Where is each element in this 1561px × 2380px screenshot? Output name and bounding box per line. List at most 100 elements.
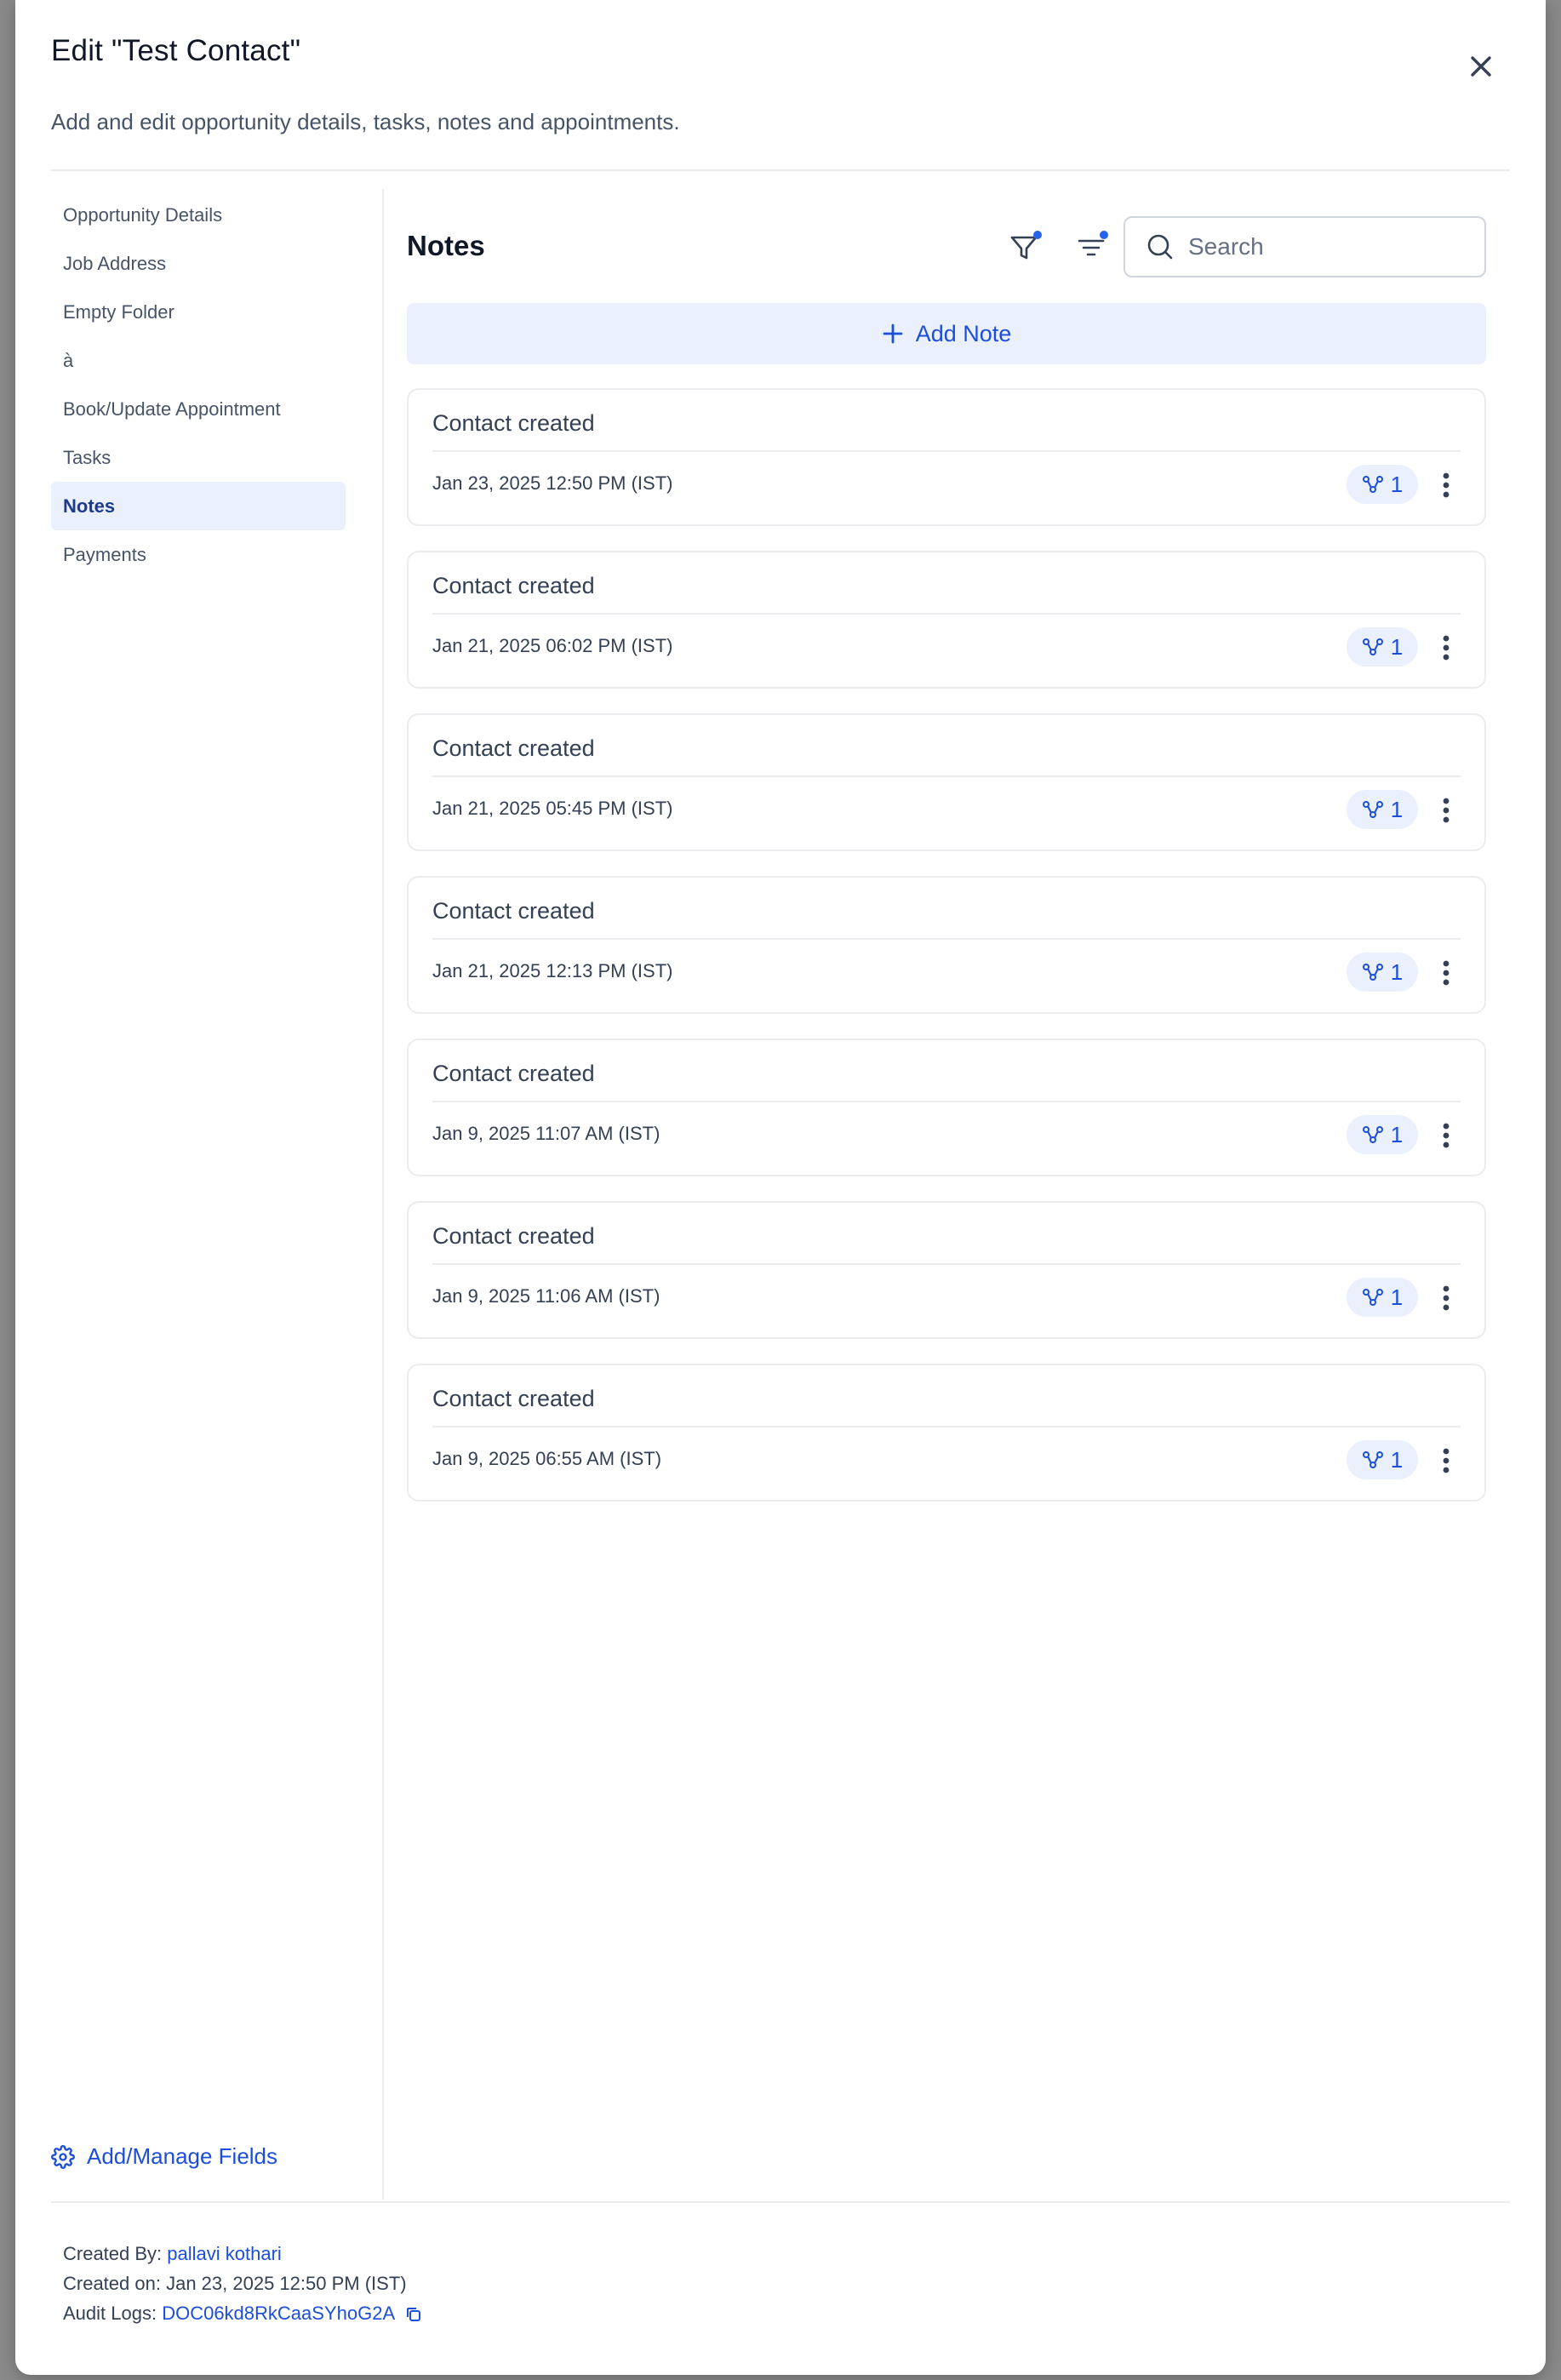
note-divider: [432, 938, 1461, 940]
sidebar-divider: [382, 189, 384, 2200]
add-manage-fields-label: Add/Manage Fields: [87, 2143, 278, 2169]
note-text: Contact created: [432, 735, 595, 761]
association-badge[interactable]: 1: [1347, 627, 1418, 667]
more-vertical-icon: [1443, 1285, 1450, 1311]
note-date: Jan 9, 2025 11:07 AM (IST): [432, 1123, 660, 1144]
association-badge[interactable]: 1: [1347, 465, 1418, 504]
sidebar-item-opportunity-details[interactable]: Opportunity Details: [51, 191, 346, 239]
edit-contact-modal: Edit "Test Contact" Add and edit opportu…: [15, 0, 1546, 2375]
gear-icon: [51, 2144, 75, 2169]
sidebar-item-book-appointment[interactable]: Book/Update Appointment: [51, 385, 346, 433]
created-by-link[interactable]: pallavi kothari: [167, 2243, 282, 2264]
note-card[interactable]: Contact created Jan 9, 2025 11:06 AM (IS…: [407, 1201, 1486, 1339]
audit-logs-row: Audit Logs: DOC06kd8RkCaaSYhoG2A: [63, 2298, 423, 2328]
sidebar-nav: Opportunity Details Job Address Empty Fo…: [51, 191, 346, 579]
note-more-button[interactable]: [1432, 631, 1461, 665]
note-divider: [432, 613, 1461, 615]
note-more-button[interactable]: [1432, 468, 1461, 502]
note-text: Contact created: [432, 898, 595, 924]
note-card[interactable]: Contact created Jan 9, 2025 11:07 AM (IS…: [407, 1038, 1486, 1176]
branch-icon: [1362, 1289, 1383, 1306]
note-divider: [432, 775, 1461, 777]
copy-icon[interactable]: [404, 2305, 423, 2324]
association-count: 1: [1390, 958, 1404, 985]
association-badge[interactable]: 1: [1347, 1440, 1418, 1479]
note-card[interactable]: Contact created Jan 9, 2025 06:55 AM (IS…: [407, 1364, 1486, 1502]
branch-icon: [1362, 964, 1383, 981]
sidebar-item-job-address[interactable]: Job Address: [51, 239, 346, 288]
created-on-row: Created on: Jan 23, 2025 12:50 PM (IST): [63, 2268, 423, 2298]
branch-icon: [1362, 801, 1383, 818]
branch-icon: [1362, 1126, 1383, 1143]
association-badge[interactable]: 1: [1347, 953, 1418, 992]
note-card[interactable]: Contact created Jan 21, 2025 05:45 PM (I…: [407, 713, 1486, 851]
note-text: Contact created: [432, 1061, 595, 1086]
association-count: 1: [1390, 1446, 1404, 1473]
audit-logs-link[interactable]: DOC06kd8RkCaaSYhoG2A: [162, 2303, 394, 2324]
footer-divider: [51, 2201, 1510, 2203]
association-badge[interactable]: 1: [1347, 790, 1418, 829]
note-date: Jan 9, 2025 11:06 AM (IST): [432, 1285, 660, 1307]
add-note-label: Add Note: [915, 320, 1012, 346]
search-icon: [1147, 234, 1173, 260]
note-more-button[interactable]: [1432, 1281, 1461, 1315]
note-date: Jan 21, 2025 12:13 PM (IST): [432, 960, 673, 981]
more-vertical-icon: [1443, 1448, 1450, 1473]
note-text: Contact created: [432, 1223, 595, 1249]
add-manage-fields-button[interactable]: Add/Manage Fields: [51, 2143, 277, 2170]
sidebar-item-payments[interactable]: Payments: [51, 530, 346, 579]
more-vertical-icon: [1443, 472, 1450, 498]
note-card[interactable]: Contact created Jan 23, 2025 12:50 PM (I…: [407, 388, 1486, 526]
note-text: Contact created: [432, 573, 595, 598]
plus-icon: [883, 323, 903, 344]
note-divider: [432, 450, 1461, 452]
note-more-button[interactable]: [1432, 793, 1461, 827]
association-count: 1: [1390, 471, 1404, 497]
notes-title: Notes: [407, 230, 485, 261]
filter-button[interactable]: [1004, 226, 1047, 269]
association-count: 1: [1390, 1121, 1404, 1147]
filter-icon: [1010, 231, 1042, 260]
modal-header: Edit "Test Contact" Add and edit opportu…: [51, 34, 1510, 134]
more-vertical-icon: [1443, 635, 1450, 661]
note-text: Contact created: [432, 1386, 595, 1411]
note-date: Jan 21, 2025 05:45 PM (IST): [432, 798, 673, 819]
search-input[interactable]: [1188, 233, 1469, 260]
association-count: 1: [1390, 1284, 1404, 1310]
created-on-value: Jan 23, 2025 12:50 PM (IST): [166, 2273, 407, 2294]
note-divider: [432, 1263, 1461, 1265]
note-more-button[interactable]: [1432, 956, 1461, 990]
sidebar-item-tasks[interactable]: Tasks: [51, 433, 346, 482]
record-meta-footer: Created By: pallavi kothari Created on: …: [63, 2239, 423, 2328]
note-divider: [432, 1426, 1461, 1427]
sidebar-item-empty-folder[interactable]: Empty Folder: [51, 288, 346, 336]
sidebar-item-a[interactable]: à: [51, 336, 346, 385]
note-text: Contact created: [432, 410, 595, 436]
notes-search-box: [1124, 216, 1486, 277]
sort-button[interactable]: [1071, 226, 1113, 269]
note-card[interactable]: Contact created Jan 21, 2025 12:13 PM (I…: [407, 876, 1486, 1014]
add-note-button[interactable]: Add Note: [407, 303, 1486, 364]
note-more-button[interactable]: [1432, 1118, 1461, 1153]
created-by-label: Created By:: [63, 2243, 163, 2264]
created-on-label: Created on:: [63, 2273, 161, 2294]
sidebar-item-notes[interactable]: Notes: [51, 482, 346, 530]
close-icon: [1471, 56, 1491, 77]
note-more-button[interactable]: [1432, 1444, 1461, 1478]
notes-list: Contact created Jan 23, 2025 12:50 PM (I…: [407, 388, 1486, 1526]
more-vertical-icon: [1443, 798, 1450, 823]
modal-subtitle: Add and edit opportunity details, tasks,…: [51, 109, 680, 134]
more-vertical-icon: [1443, 1123, 1450, 1148]
note-card[interactable]: Contact created Jan 21, 2025 06:02 PM (I…: [407, 551, 1486, 689]
created-by-row: Created By: pallavi kothari: [63, 2239, 423, 2268]
association-badge[interactable]: 1: [1347, 1115, 1418, 1154]
note-date: Jan 9, 2025 06:55 AM (IST): [432, 1448, 662, 1469]
close-button[interactable]: [1461, 46, 1501, 87]
header-divider: [51, 169, 1510, 171]
audit-logs-label: Audit Logs:: [63, 2303, 157, 2324]
association-count: 1: [1390, 796, 1404, 822]
association-badge[interactable]: 1: [1347, 1278, 1418, 1317]
note-date: Jan 21, 2025 06:02 PM (IST): [432, 635, 673, 656]
association-count: 1: [1390, 633, 1404, 660]
branch-icon: [1362, 638, 1383, 655]
